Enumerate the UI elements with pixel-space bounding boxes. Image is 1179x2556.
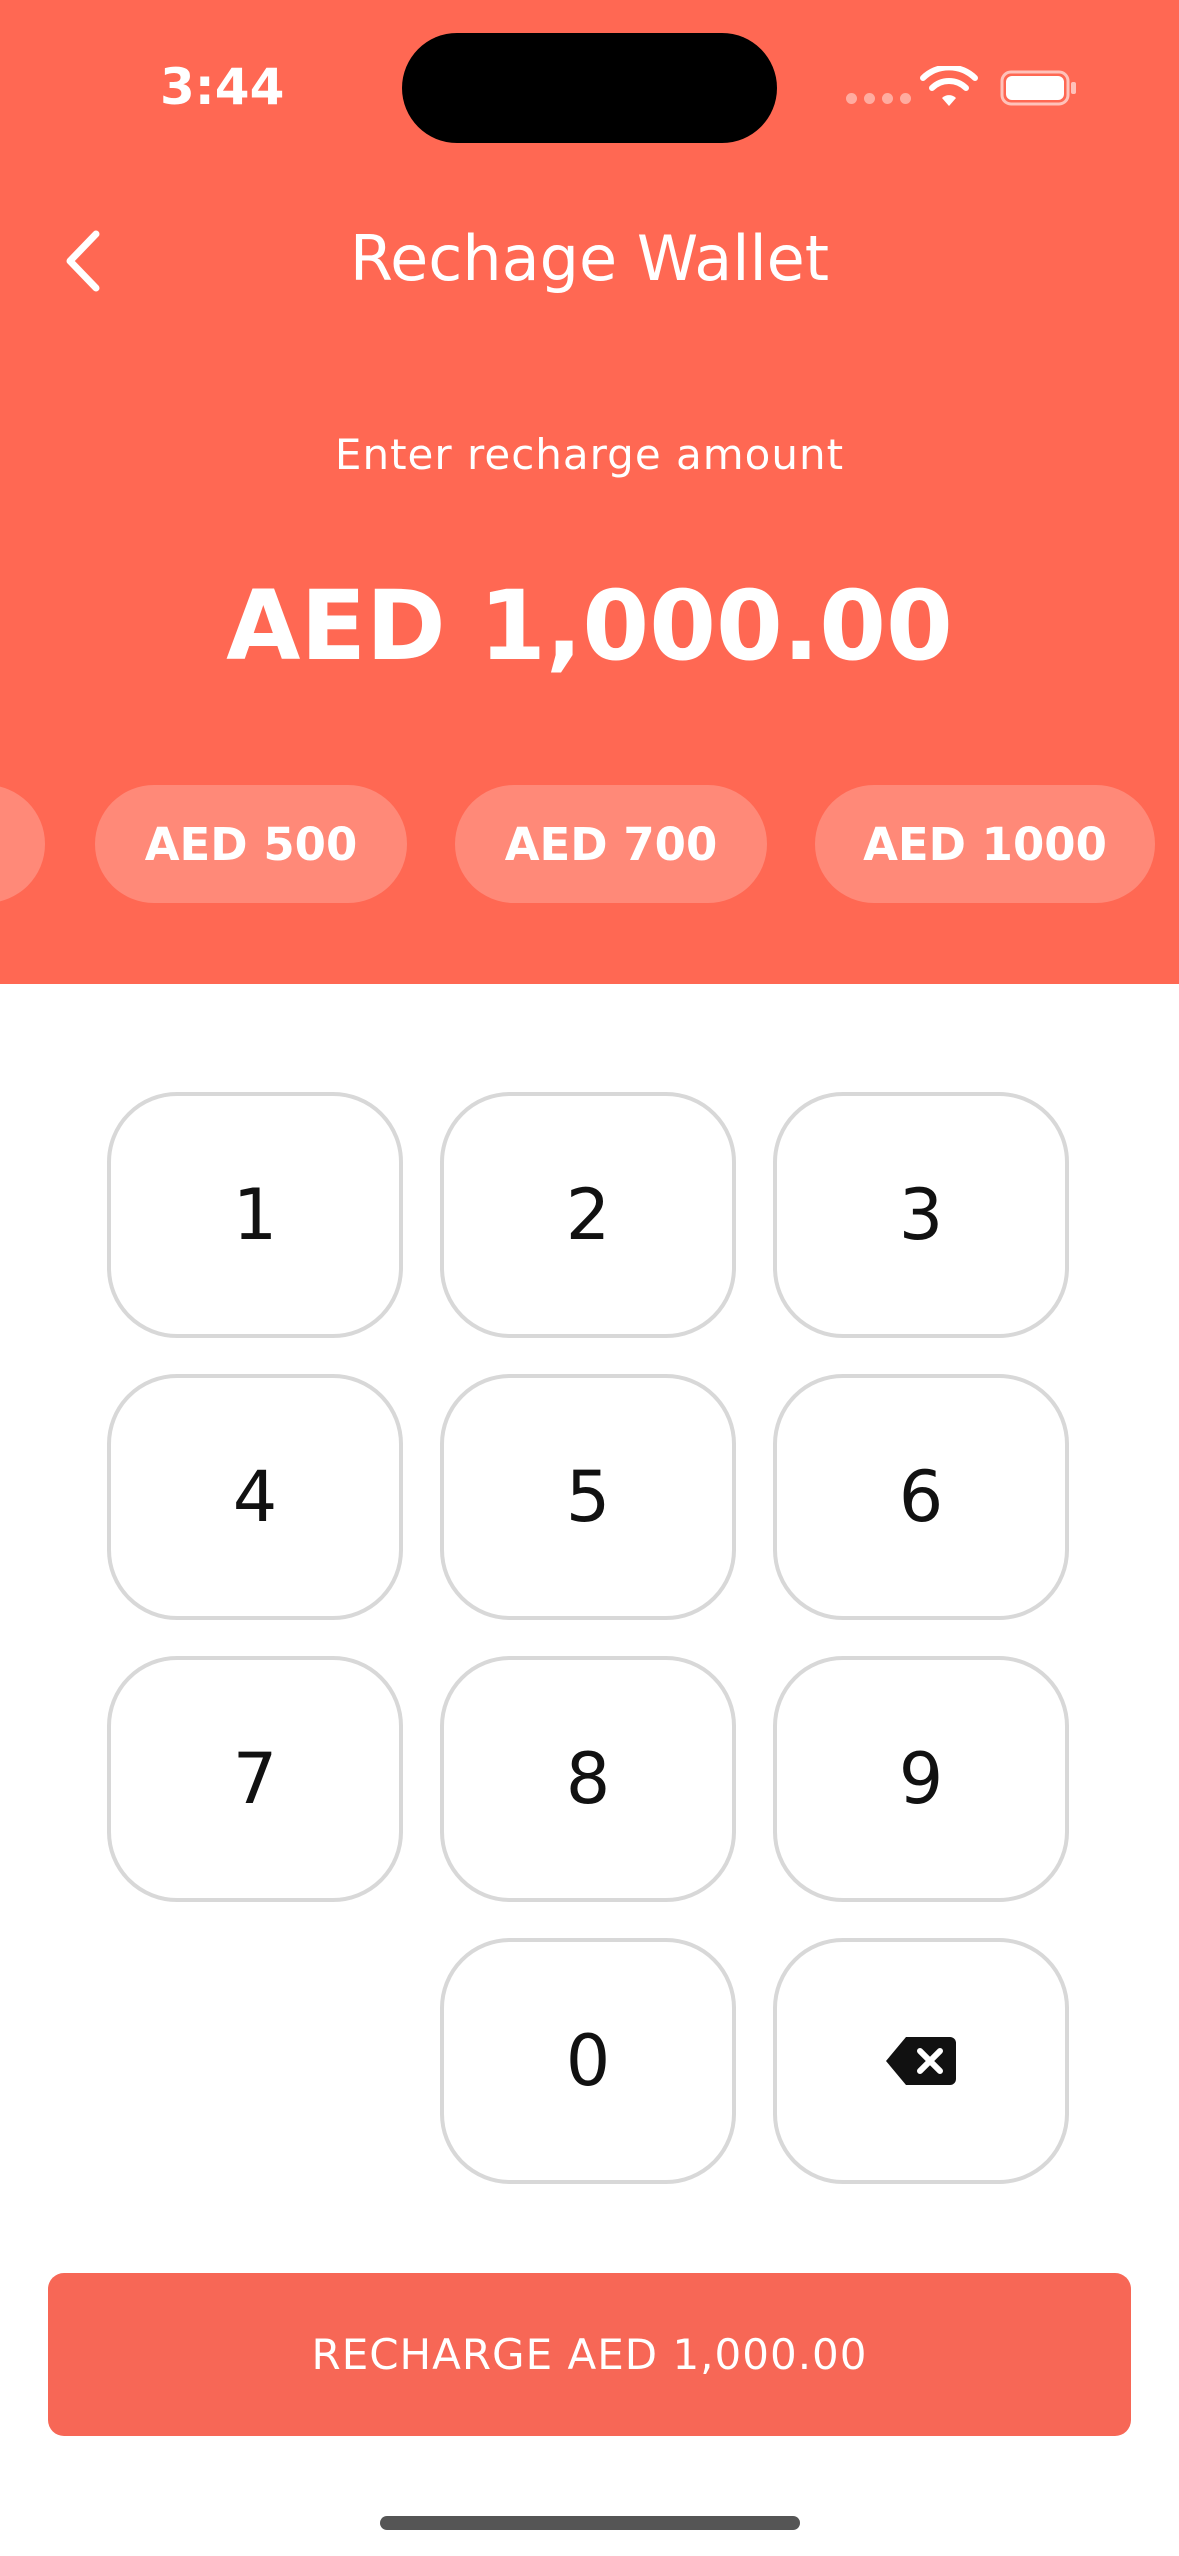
preset-chip-partial[interactable] <box>0 785 45 903</box>
key-0[interactable]: 0 <box>440 1938 736 2184</box>
backspace-icon <box>886 2037 956 2085</box>
amount-prompt: Enter recharge amount <box>334 430 845 479</box>
amount-display: AED 1,000.00 <box>226 570 953 682</box>
backspace-key[interactable] <box>773 1938 1069 2184</box>
preset-chip-1000[interactable]: AED 1000 <box>815 785 1155 903</box>
preset-chip-700[interactable]: AED 700 <box>455 785 767 903</box>
wifi-icon <box>920 66 978 106</box>
key-5[interactable]: 5 <box>440 1374 736 1620</box>
home-indicator[interactable] <box>380 2516 800 2530</box>
key-7[interactable]: 7 <box>107 1656 403 1902</box>
status-time: 3:44 <box>160 58 285 116</box>
key-8[interactable]: 8 <box>440 1656 736 1902</box>
dynamic-island <box>402 33 777 143</box>
key-3[interactable]: 3 <box>773 1092 1069 1338</box>
key-9[interactable]: 9 <box>773 1656 1069 1902</box>
key-1[interactable]: 1 <box>107 1092 403 1338</box>
cellular-signal-icon <box>846 93 911 104</box>
preset-chip-500[interactable]: AED 500 <box>95 785 407 903</box>
recharge-button[interactable]: RECHARGE AED 1,000.00 <box>48 2273 1131 2436</box>
key-4[interactable]: 4 <box>107 1374 403 1620</box>
key-2[interactable]: 2 <box>440 1092 736 1338</box>
key-6[interactable]: 6 <box>773 1374 1069 1620</box>
page-title: Rechage Wallet <box>349 222 830 295</box>
battery-icon <box>1000 70 1076 106</box>
header: 3:44 Rechage Wallet Enter recharge amoun… <box>0 0 1179 984</box>
